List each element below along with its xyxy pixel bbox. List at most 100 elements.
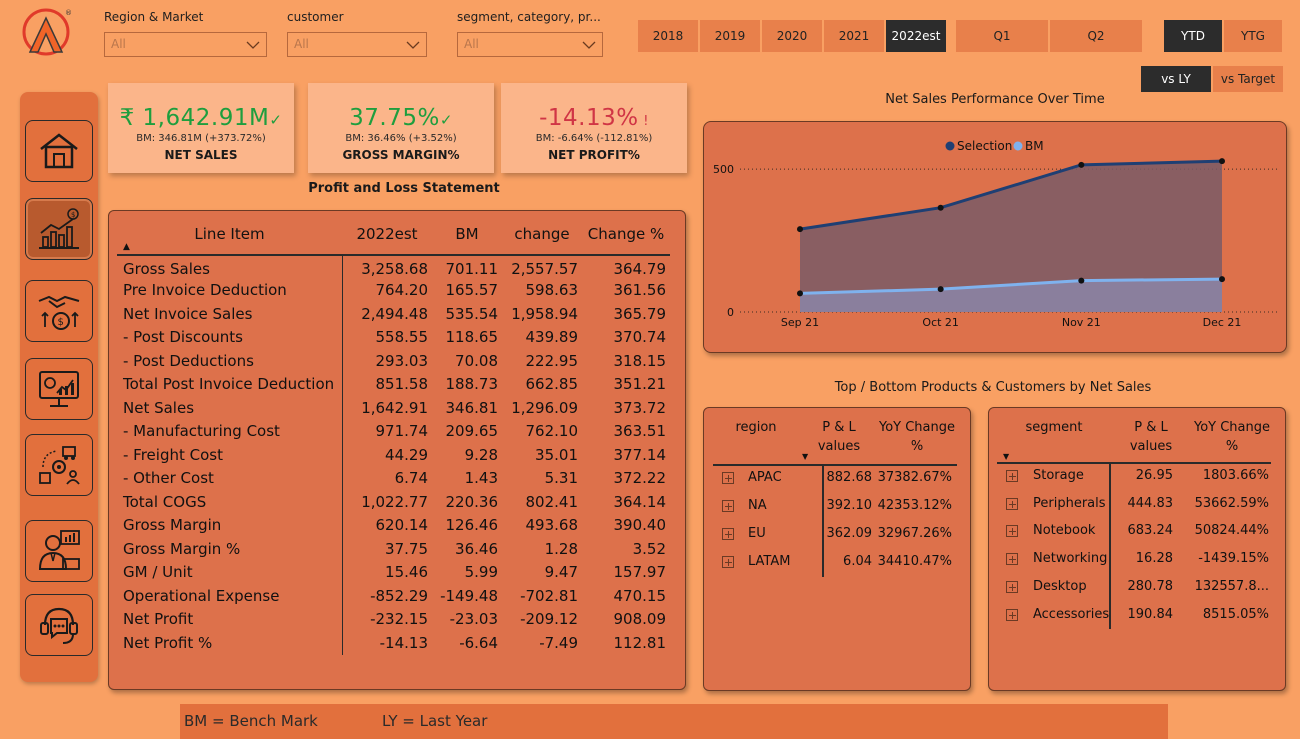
year-2022est-button[interactable]: 2022est <box>886 20 946 52</box>
kpi-net-profit-benchmark: BM: -6.64% (-112.81%) <box>535 133 653 144</box>
pl-row[interactable]: - Manufacturing Cost 971.74 209.65 762.10 36… <box>117 419 670 443</box>
pl-row[interactable]: - Other Cost 6.74 1.43 5.31 372.22 <box>117 466 670 490</box>
segment-pl-value: 444.83 <box>1127 495 1174 511</box>
nav-marketing-button[interactable] <box>25 358 93 420</box>
pl-row[interactable]: Gross Margin % 37.75 36.46 1.28 3.52 <box>117 537 670 561</box>
filter-region-dropdown[interactable]: All <box>104 32 267 57</box>
pl-row-value: -7.49 <box>539 633 578 652</box>
pl-row[interactable]: Net Sales 1,642.91 346.81 1,296.09 373.72 <box>117 396 670 420</box>
expand-plus-icon[interactable] <box>1006 497 1018 510</box>
pl-row-value: 15.46 <box>385 563 428 582</box>
year-2019-button[interactable]: 2019 <box>700 20 760 52</box>
vs-ly-button[interactable]: vs LY <box>1141 66 1211 92</box>
pl-row-value: 37.75 <box>385 539 428 558</box>
filter-customer-dropdown[interactable]: All <box>287 32 427 57</box>
pl-row[interactable]: Pre Invoice Deduction 764.20 165.57 598.63 3… <box>117 278 670 302</box>
region-header-pl[interactable]: P & L values <box>814 418 864 456</box>
pl-row[interactable]: GM / Unit 15.46 5.99 9.47 157.97 <box>117 560 670 584</box>
expand-plus-icon[interactable] <box>1006 525 1018 538</box>
segment-row[interactable]: Desktop 280.78 132557.8... <box>989 573 1287 601</box>
region-header-yoy[interactable]: YoY Change % <box>876 418 958 456</box>
expand-plus-icon[interactable] <box>722 472 734 484</box>
region-row[interactable]: EU 362.09 32967.26% <box>704 520 972 548</box>
region-row[interactable]: NA 392.10 42353.12% <box>704 492 972 520</box>
nav-home-button[interactable] <box>25 120 93 182</box>
pl-row-value: 1,296.09 <box>511 398 578 417</box>
selection-point[interactable] <box>1078 161 1085 168</box>
segment-header-yoy[interactable]: YoY Change % <box>1189 418 1275 456</box>
kpi-net-profit-card[interactable]: -14.13% ! BM: -6.64% (-112.81%) NET PROF… <box>501 83 687 173</box>
pl-header-2022est[interactable]: 2022est <box>342 219 432 256</box>
bm-point[interactable] <box>797 290 803 297</box>
region-row[interactable]: LATAM 6.04 34410.47% <box>704 548 972 576</box>
pl-header-change[interactable]: change <box>502 219 582 256</box>
selection-point[interactable] <box>937 204 944 211</box>
filter-segment-dropdown[interactable]: All <box>457 32 603 57</box>
pl-title: Profit and Loss Statement <box>308 181 500 196</box>
nav-executive-button[interactable] <box>25 520 93 582</box>
pl-row-value: 293.03 <box>375 351 429 370</box>
filter-segment[interactable]: segment, category, pr... All <box>457 8 603 57</box>
region-row[interactable]: APAC 882.68 37382.67% <box>704 464 972 492</box>
pl-row[interactable]: Net Invoice Sales 2,494.48 535.54 1,958.94 3… <box>117 302 670 326</box>
home-icon <box>40 133 78 169</box>
pl-header-bm[interactable]: BM <box>432 219 502 256</box>
nav-supply-chain-button[interactable] <box>25 434 93 496</box>
selection-point[interactable] <box>797 226 803 233</box>
alert-icon: ! <box>638 114 649 129</box>
quarter-q2-button[interactable]: Q2 <box>1050 20 1142 52</box>
expand-plus-icon[interactable] <box>1006 608 1018 621</box>
vs-target-button[interactable]: vs Target <box>1213 66 1283 92</box>
pl-row[interactable]: Total Post Invoice Deduction 851.58 188.73… <box>117 372 670 396</box>
pl-row-value: 112.81 <box>613 633 667 652</box>
filter-region-market[interactable]: Region & Market All <box>104 8 267 57</box>
segment-row[interactable]: Peripherals 444.83 53662.59% <box>989 490 1287 518</box>
nav-support-button[interactable] <box>25 594 93 656</box>
segment-name: Notebook <box>1033 523 1096 539</box>
pl-row[interactable]: Gross Sales 3,258.68 701.11 2,557.57 364.79 <box>117 255 670 279</box>
quarter-q1-button[interactable]: Q1 <box>956 20 1048 52</box>
expand-plus-icon[interactable] <box>722 556 734 568</box>
year-2021-button[interactable]: 2021 <box>824 20 884 52</box>
pl-row[interactable]: Total COGS 1,022.77 220.36 802.41 364.14 <box>117 490 670 514</box>
segment-header-segment[interactable]: segment <box>1015 418 1093 437</box>
ytd-button[interactable]: YTD <box>1164 20 1222 52</box>
pl-row[interactable]: - Post Discounts 558.55 118.65 439.89 370.74 <box>117 325 670 349</box>
pl-header-change-pct[interactable]: Change % <box>582 219 670 256</box>
pl-row-value: 701.11 <box>445 260 499 279</box>
filter-customer[interactable]: customer All <box>287 8 427 57</box>
segment-row[interactable]: Notebook 683.24 50824.44% <box>989 517 1287 545</box>
expand-plus-icon[interactable] <box>1006 580 1018 593</box>
kpi-net-sales-card[interactable]: ₹ 1,642.91M✓ BM: 346.81M (+373.72%) NET … <box>108 83 294 173</box>
nav-sales-button[interactable]: $ <box>25 280 93 342</box>
expand-plus-icon[interactable] <box>1006 553 1018 566</box>
kpi-gross-margin-card[interactable]: 37.75%✓ BM: 36.46% (+3.52%) GROSS MARGIN… <box>308 83 494 173</box>
segment-row[interactable]: Networking 16.28 -1439.15% <box>989 545 1287 573</box>
pl-row[interactable]: - Post Deductions 293.03 70.08 222.95 318.15 <box>117 349 670 373</box>
year-2020-button[interactable]: 2020 <box>762 20 822 52</box>
pl-header-line-item[interactable]: Line Item ▲ <box>117 219 342 256</box>
segment-row[interactable]: Accessories 190.84 8515.05% <box>989 601 1287 629</box>
bm-point[interactable] <box>1078 277 1085 284</box>
region-header-region[interactable]: region <box>722 418 790 437</box>
bm-point[interactable] <box>937 286 944 293</box>
pl-row-label: - Freight Cost <box>117 443 343 467</box>
selection-point[interactable] <box>1219 158 1225 165</box>
pl-row[interactable]: Operational Expense -852.29 -149.48 -702.81… <box>117 584 670 608</box>
legend-selection-label[interactable]: Selection <box>957 139 1012 153</box>
bm-point[interactable] <box>1219 276 1225 283</box>
expand-plus-icon[interactable] <box>722 500 734 512</box>
segment-row[interactable]: Storage 26.95 1803.66% <box>989 462 1287 490</box>
nav-finance-button[interactable]: $ <box>25 198 93 260</box>
pl-row[interactable]: Net Profit % -14.13 -6.64 -7.49 112.81 <box>117 631 670 655</box>
segment-header-pl[interactable]: P & L values <box>1125 418 1177 456</box>
segment-pl-value: 16.28 <box>1135 551 1173 567</box>
legend-bm-label[interactable]: BM <box>1025 139 1044 153</box>
pl-row[interactable]: Net Profit -232.15 -23.03 -209.12 908.09 <box>117 607 670 631</box>
pl-row[interactable]: - Freight Cost 44.29 9.28 35.01 377.14 <box>117 443 670 467</box>
year-2018-button[interactable]: 2018 <box>638 20 698 52</box>
expand-plus-icon[interactable] <box>1006 470 1018 482</box>
ytg-button[interactable]: YTG <box>1224 20 1282 52</box>
expand-plus-icon[interactable] <box>722 528 734 540</box>
pl-row[interactable]: Gross Margin 620.14 126.46 493.68 390.40 <box>117 513 670 537</box>
